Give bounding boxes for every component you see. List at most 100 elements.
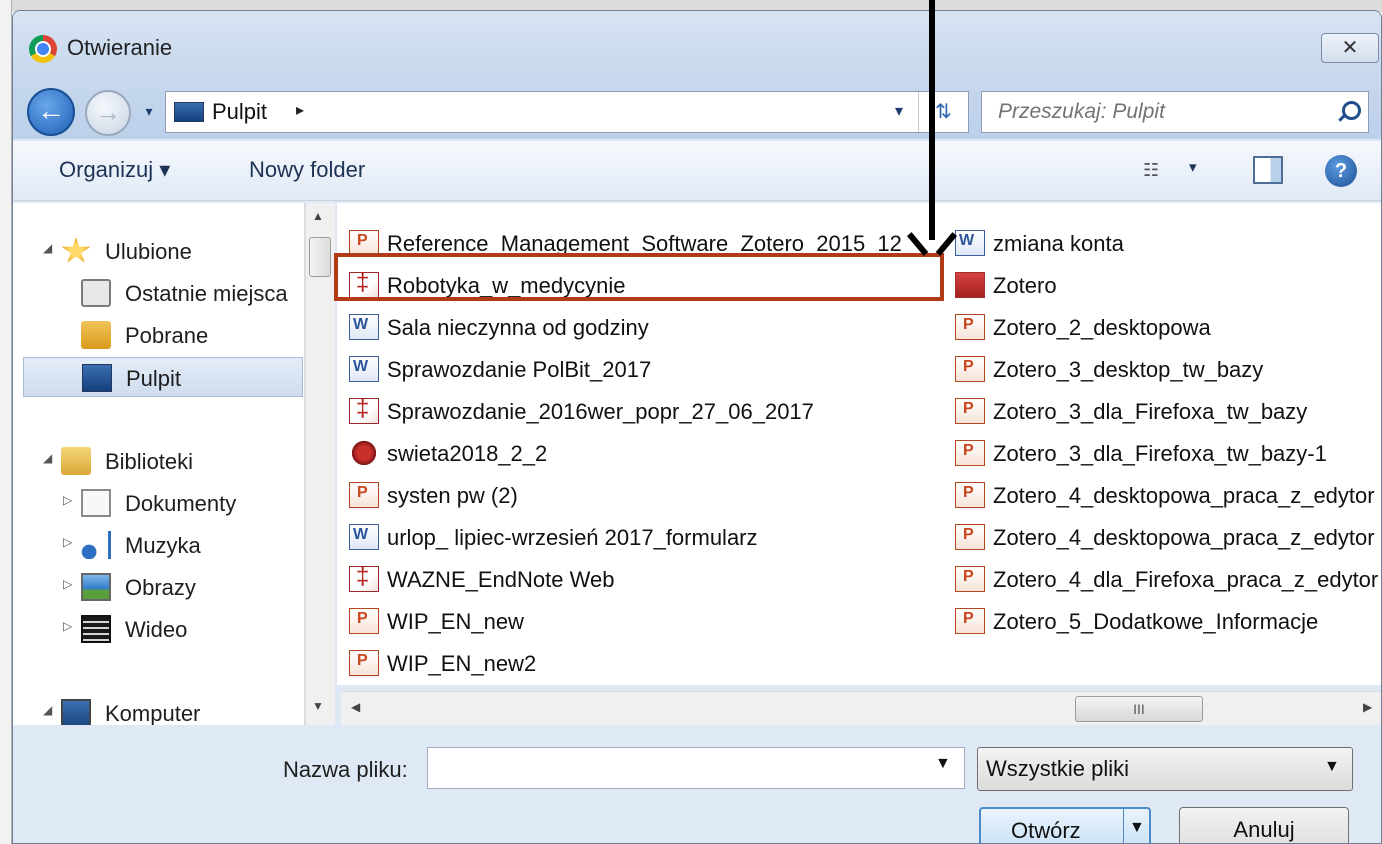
title-bar: Otwieranie ✕ [13, 11, 1381, 77]
powerpoint-file-icon [349, 482, 379, 508]
file-name: Zotero_3_dla_Firefoxa_tw_bazy [993, 399, 1308, 424]
sidebar-item-label: Komputer [105, 701, 201, 725]
sidebar-item-libraries[interactable]: ◢ Biblioteki [43, 441, 303, 481]
preview-pane-icon[interactable] [1253, 156, 1283, 184]
desktop-icon [82, 364, 112, 392]
music-note-icon [81, 531, 111, 559]
sidebar-item-computer[interactable]: ◢ Komputer [43, 693, 303, 725]
cancel-button[interactable]: Anuluj [1179, 807, 1349, 843]
file-list-horizontal-scrollbar[interactable]: ◀ III ▶ [341, 691, 1381, 725]
powerpoint-file-icon [955, 440, 985, 466]
word-file-icon [349, 524, 379, 550]
expand-arrow-icon[interactable]: ▷ [63, 577, 79, 591]
dialog-footer: Nazwa pliku: ▼ Wszystkie pliki ▼ Otwórz … [13, 727, 1381, 843]
open-button-divider [1123, 809, 1124, 843]
address-bar[interactable]: Pulpit ▸ ▾ ⇅ [165, 91, 969, 133]
sidebar-item-documents[interactable]: ▷ Dokumenty [63, 483, 303, 523]
filename-label: Nazwa pliku: [283, 757, 408, 782]
forward-button[interactable]: → [85, 90, 131, 136]
expand-arrow-icon[interactable]: ▷ [63, 535, 79, 549]
sidebar-item-favorites[interactable]: ◢ Ulubione [43, 231, 303, 271]
sidebar-item-downloads[interactable]: Pobrane [79, 315, 304, 355]
file-name: Zotero_2_desktopowa [993, 315, 1211, 340]
file-name: Sala nieczynna od godziny [387, 315, 649, 340]
powerpoint-file-icon [955, 566, 985, 592]
open-options-dropdown-icon[interactable]: ▼ [1129, 819, 1145, 837]
star-icon [61, 237, 91, 263]
filename-dropdown-area: ▼ [427, 747, 965, 789]
film-strip-icon [81, 615, 111, 643]
view-options-dropdown[interactable]: ▾ [1189, 158, 1209, 182]
sidebar-item-video[interactable]: ▷ Wideo [63, 609, 303, 649]
file-name: Zotero_3_desktop_tw_bazy [993, 357, 1264, 382]
sidebar-item-label: Dokumenty [125, 491, 237, 516]
file-type-select[interactable]: Wszystkie pliki ▼ [977, 747, 1353, 791]
collapse-arrow-icon[interactable]: ◢ [43, 703, 59, 717]
organize-menu-button[interactable]: Organizuj ▾ [59, 157, 170, 183]
highlight-box [334, 253, 944, 301]
recent-locations-dropdown[interactable]: ▾ [139, 101, 159, 121]
back-button[interactable]: ← [27, 88, 75, 136]
scrollbar-thumb[interactable] [309, 237, 331, 277]
address-dropdown-button[interactable]: ▾ [888, 98, 910, 126]
open-button-label: Otwórz [1011, 818, 1081, 843]
expand-arrow-icon[interactable]: ▷ [63, 493, 79, 507]
search-input[interactable]: Przeszukaj: Pulpit [981, 91, 1369, 133]
shortcut-file-icon [955, 272, 985, 298]
sidebar-item-pictures[interactable]: ▷ Obrazy [63, 567, 303, 607]
file-name: Zotero_4_dla_Firefoxa_praca_z_edytor [993, 567, 1379, 592]
command-toolbar: Organizuj ▾ Nowy folder ☷ ▾ ? [13, 141, 1381, 201]
pointer-arrow-head-icon [917, 228, 947, 258]
file-name: Zotero_4_desktopowa_praca_z_edytor [993, 483, 1375, 508]
powerpoint-file-icon [955, 608, 985, 634]
powerpoint-file-icon [955, 314, 985, 340]
computer-icon [61, 699, 91, 725]
refresh-button[interactable]: ⇅ [918, 92, 968, 132]
pdf-file-icon [349, 395, 379, 424]
file-type-dropdown-icon[interactable]: ▼ [1324, 758, 1340, 776]
sidebar-item-label: Pulpit [126, 366, 182, 391]
pointer-arrow-shaft [929, 0, 935, 240]
word-file-icon [955, 230, 985, 256]
change-view-icon[interactable]: ☷ [1143, 157, 1171, 183]
sidebar-item-desktop[interactable]: Pulpit [23, 357, 303, 397]
word-file-icon [349, 314, 379, 340]
sidebar-item-label: Ostatnie miejsca [125, 281, 288, 306]
collapse-arrow-icon[interactable]: ◢ [43, 451, 59, 465]
pictures-icon [81, 573, 111, 601]
desktop-icon [174, 102, 204, 122]
scroll-down-arrow-icon[interactable]: ▼ [312, 699, 324, 713]
window-title: Otwieranie [67, 35, 173, 60]
breadcrumb-chevron-icon[interactable]: ▸ [296, 100, 304, 120]
new-folder-button[interactable]: Nowy folder [249, 157, 365, 183]
file-name: swieta2018_2_2 [387, 441, 548, 466]
sidebar-item-label: Obrazy [125, 575, 196, 600]
file-name: Sprawozdanie_2016wer_popr_27_06_2017 [387, 399, 814, 424]
expand-arrow-icon[interactable]: ▷ [63, 619, 79, 633]
scroll-left-arrow-icon[interactable]: ◀ [351, 700, 360, 714]
scroll-up-arrow-icon[interactable]: ▲ [312, 209, 324, 223]
scrollbar-thumb[interactable]: III [1075, 696, 1203, 722]
powerpoint-file-icon [349, 608, 379, 634]
search-icon[interactable] [1336, 100, 1361, 124]
navigation-bar: ← → ▾ Pulpit ▸ ▾ ⇅ Przeszukaj: Pulpit [13, 77, 1381, 139]
downloads-folder-icon [81, 321, 111, 349]
file-name: WIP_EN_new [387, 609, 524, 634]
filename-dropdown-icon[interactable]: ▼ [935, 755, 951, 773]
scroll-right-arrow-icon[interactable]: ▶ [1363, 700, 1372, 714]
sidebar-item-music[interactable]: ▷ Muzyka [63, 525, 303, 565]
powerpoint-file-icon [349, 650, 379, 676]
sidebar-item-label: Pobrane [125, 323, 209, 348]
sidebar-scrollbar[interactable]: ▲ ▼ [305, 203, 335, 725]
file-name: zmiana konta [993, 231, 1124, 256]
file-name: Zotero_4_desktopowa_praca_z_edytor [993, 525, 1375, 550]
open-button[interactable]: Otwórz ▼ [979, 807, 1151, 843]
address-breadcrumb[interactable]: Pulpit [212, 99, 267, 125]
sidebar-item-recent-places[interactable]: Ostatnie miejsca [79, 273, 304, 313]
file-name: Zotero_3_dla_Firefoxa_tw_bazy-1 [993, 441, 1327, 466]
navigation-pane: ◢ Ulubione Ostatnie miejsca Pobrane Pulp… [13, 203, 305, 725]
powerpoint-file-icon [955, 524, 985, 550]
close-button[interactable]: ✕ [1321, 33, 1379, 63]
collapse-arrow-icon[interactable]: ◢ [43, 241, 59, 255]
help-icon[interactable]: ? [1325, 155, 1357, 187]
